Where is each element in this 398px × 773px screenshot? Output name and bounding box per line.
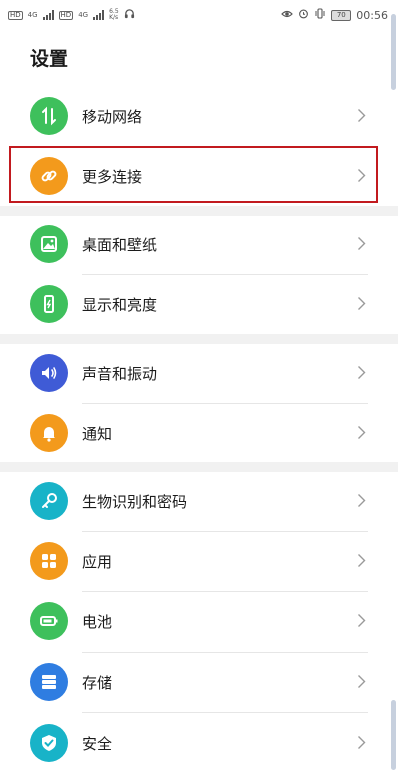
display-brightness-icon bbox=[30, 285, 68, 323]
battery-indicator: 70 bbox=[331, 9, 352, 21]
hd-badge-1: HD bbox=[8, 10, 23, 20]
sim1-network-type: 4G bbox=[27, 11, 38, 19]
page-title: 设置 bbox=[30, 48, 69, 70]
settings-item-biometrics-password[interactable]: 生物识别和密码 bbox=[0, 471, 398, 531]
settings-item-notifications[interactable]: 通知 bbox=[0, 403, 398, 463]
chevron-right-icon bbox=[358, 109, 366, 122]
settings-item-label: 安全 bbox=[82, 735, 113, 753]
eye-icon bbox=[281, 9, 294, 22]
chevron-right-icon bbox=[358, 614, 366, 627]
hd-badge-2: HD bbox=[58, 10, 74, 20]
settings-item-label: 存储 bbox=[82, 674, 113, 692]
settings-item-label: 电池 bbox=[82, 613, 113, 631]
sim2-network-type: 4G bbox=[78, 11, 89, 19]
highlight-box bbox=[9, 146, 378, 203]
chevron-right-icon bbox=[358, 675, 366, 688]
mobile-data-icon bbox=[30, 97, 68, 135]
key-icon bbox=[30, 482, 68, 520]
chevron-right-icon bbox=[358, 494, 366, 507]
settings-item-label: 移动网络 bbox=[82, 108, 143, 126]
signal-icon-2 bbox=[93, 10, 105, 20]
settings-item-mobile-network[interactable]: 移动网络 bbox=[0, 86, 398, 146]
settings-item-security[interactable]: 安全 bbox=[0, 713, 398, 773]
clock: 00:56 bbox=[356, 8, 388, 22]
settings-item-home-wallpaper[interactable]: 桌面和壁纸 bbox=[0, 214, 398, 274]
settings-item-label: 桌面和壁纸 bbox=[82, 236, 158, 254]
alarm-icon bbox=[298, 8, 309, 22]
scroll-indicator-top bbox=[391, 14, 396, 90]
volume-icon bbox=[30, 354, 68, 392]
settings-item-label: 显示和亮度 bbox=[82, 296, 158, 314]
network-speed: 6.5 K/s bbox=[109, 8, 119, 21]
chevron-right-icon bbox=[358, 554, 366, 567]
settings-item-label: 生物识别和密码 bbox=[82, 493, 188, 511]
status-bar-right: 70 00:56 bbox=[281, 8, 388, 22]
wallpaper-icon bbox=[30, 225, 68, 263]
settings-item-storage[interactable]: 存储 bbox=[0, 652, 398, 712]
settings-item-label: 通知 bbox=[82, 425, 113, 443]
settings-item-apps[interactable]: 应用 bbox=[0, 531, 398, 591]
vibrate-icon bbox=[314, 8, 326, 22]
settings-item-sound-vibration[interactable]: 声音和振动 bbox=[0, 343, 398, 403]
headset-icon bbox=[124, 8, 135, 22]
chevron-right-icon bbox=[358, 297, 366, 310]
settings-item-label: 声音和振动 bbox=[82, 365, 158, 383]
chevron-right-icon bbox=[358, 366, 366, 379]
chevron-right-icon bbox=[358, 237, 366, 250]
chevron-right-icon bbox=[358, 736, 366, 749]
bell-icon bbox=[30, 414, 68, 452]
signal-icon-1 bbox=[42, 10, 54, 20]
settings-item-battery[interactable]: 电池 bbox=[0, 591, 398, 651]
status-bar-left: HD 4G HD 4G 6.5 K/s bbox=[8, 8, 135, 22]
status-bar: HD 4G HD 4G 6.5 K/s 70 00:56 bbox=[0, 0, 398, 30]
settings-item-display-brightness[interactable]: 显示和亮度 bbox=[0, 274, 398, 334]
shield-check-icon bbox=[30, 724, 68, 762]
battery-icon bbox=[30, 602, 68, 640]
settings-item-label: 应用 bbox=[82, 553, 113, 571]
chevron-right-icon bbox=[358, 426, 366, 439]
scrollbar-thumb[interactable] bbox=[391, 700, 396, 770]
apps-grid-icon bbox=[30, 542, 68, 580]
storage-icon bbox=[30, 663, 68, 701]
